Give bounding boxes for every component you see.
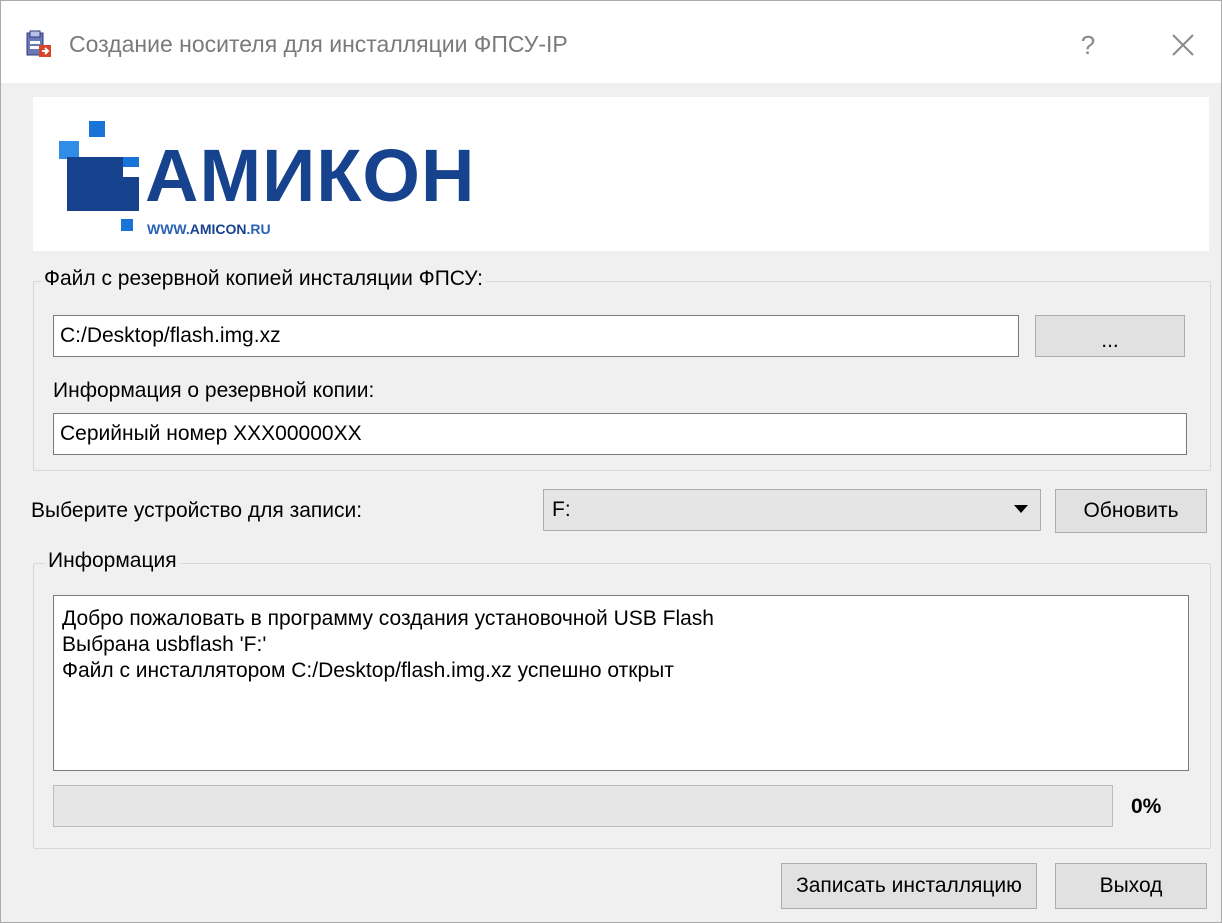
backup-info-field[interactable]: Серийный номер XXX00000XX <box>53 413 1187 455</box>
installer-window: Создание носителя для инсталляции ФПСУ-I… <box>0 0 1222 923</box>
logo-url-brand: AMICON <box>189 221 247 237</box>
browse-button[interactable]: ... <box>1035 315 1185 357</box>
backup-info-label: Информация о резервной копии: <box>53 379 375 402</box>
log-line: Выбрана usbflash 'F:' <box>62 633 267 656</box>
backup-file-input[interactable]: C:/Desktop/flash.img.xz <box>53 315 1019 357</box>
backup-group-title: Файл с резервной копией инсталяции ФПСУ: <box>41 267 486 291</box>
device-label: Выберите устройство для записи: <box>31 499 363 522</box>
close-button[interactable] <box>1157 23 1209 67</box>
exit-button[interactable]: Выход <box>1055 863 1207 909</box>
logo-url: WWW.AMICON.RU <box>147 221 271 237</box>
close-icon <box>1172 34 1194 56</box>
logo-wordmark: АМИКОН <box>145 134 476 217</box>
device-select[interactable]: F: <box>543 489 1041 531</box>
progress-percent: 0% <box>1131 795 1162 818</box>
title-bar: Создание носителя для инсталляции ФПСУ-I… <box>1 1 1221 83</box>
logo-url-suffix: .RU <box>246 221 271 237</box>
logo-panel: АМИКОН WWW.AMICON.RU <box>33 97 1209 251</box>
log-line: Добро пожаловать в программу создания ус… <box>62 607 714 630</box>
log-line: Файл с инсталлятором C:/Desktop/flash.im… <box>62 659 674 682</box>
app-icon <box>26 30 51 57</box>
logo-url-prefix: WWW. <box>147 221 190 237</box>
write-installation-button[interactable]: Записать инсталляцию <box>781 863 1037 909</box>
window-title: Создание носителя для инсталляции ФПСУ-I… <box>69 31 568 57</box>
progress-bar <box>53 785 1113 827</box>
help-button[interactable]: ? <box>1063 23 1113 67</box>
log-output[interactable]: Добро пожаловать в программу создания ус… <box>53 595 1189 771</box>
amicon-logo-icon <box>59 121 139 231</box>
info-group-title: Информация <box>45 549 180 573</box>
refresh-button[interactable]: Обновить <box>1055 489 1207 533</box>
chevron-down-icon <box>1014 505 1028 513</box>
device-selected-value: F: <box>552 498 571 521</box>
